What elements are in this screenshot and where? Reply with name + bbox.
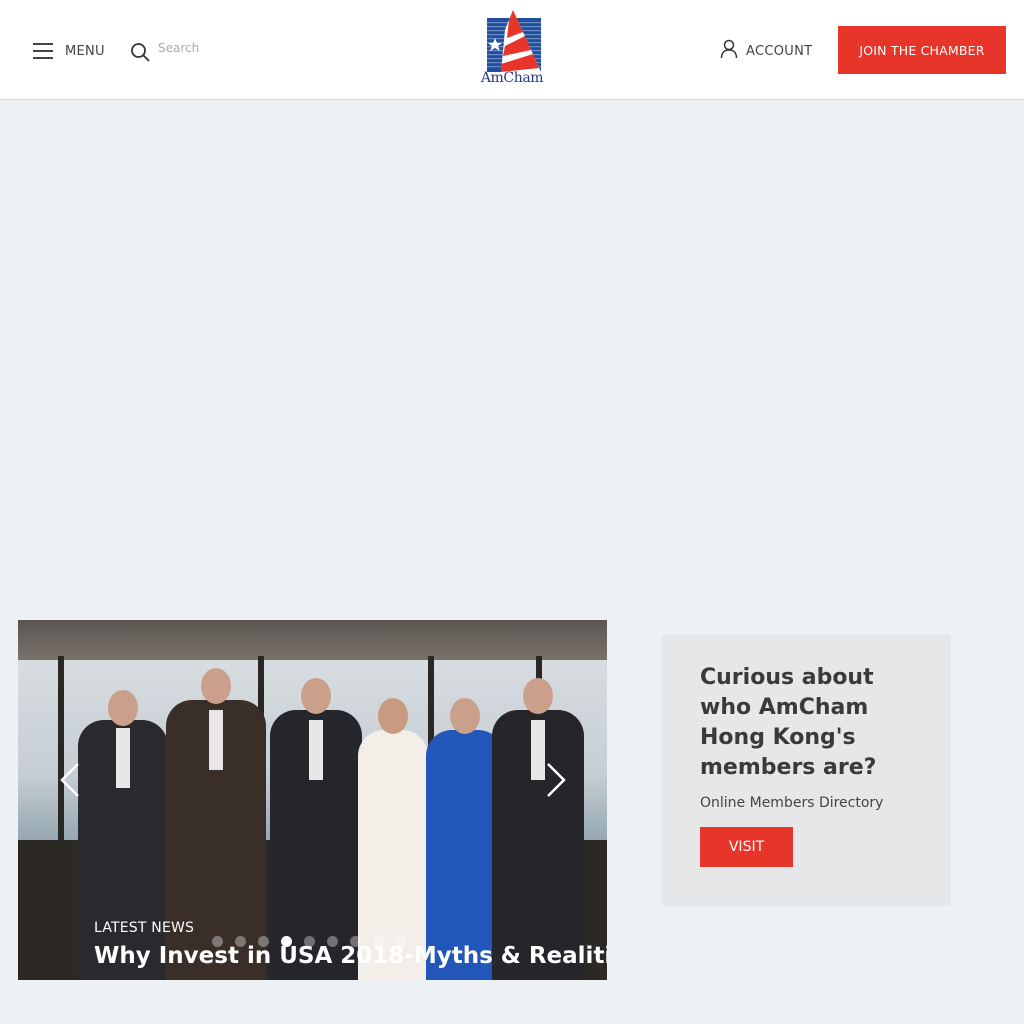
account-link[interactable]: ACCOUNT bbox=[720, 38, 812, 59]
visit-button[interactable]: VISIT bbox=[700, 827, 793, 867]
search-icon[interactable] bbox=[130, 42, 150, 62]
user-icon bbox=[720, 39, 738, 58]
account-label: ACCOUNT bbox=[746, 44, 813, 59]
slide-title-link[interactable]: Why Invest in USA 2018-Myths & Realiti bbox=[94, 942, 607, 970]
menu-label: MENU bbox=[65, 43, 105, 59]
news-slider: LATEST NEWS Why Invest in USA 2018-Myths… bbox=[18, 620, 607, 980]
promo-subtitle: Online Members Directory bbox=[700, 795, 884, 811]
flag-sail-icon bbox=[487, 10, 541, 72]
promo-title: Curious about who AmCham Hong Kong's mem… bbox=[700, 665, 877, 780]
chevron-left-icon[interactable] bbox=[54, 760, 84, 800]
menu-button[interactable]: MENU bbox=[33, 40, 105, 62]
slide-kicker: LATEST NEWS bbox=[94, 920, 195, 936]
amcham-logo[interactable]: AmCham bbox=[478, 10, 546, 88]
search-input[interactable] bbox=[158, 36, 318, 60]
members-directory-promo: Curious about who AmCham Hong Kong's mem… bbox=[662, 635, 951, 906]
site-header: MENU AmCham bbox=[0, 0, 1024, 100]
hamburger-icon bbox=[33, 43, 53, 59]
join-chamber-button[interactable]: JOIN THE CHAMBER bbox=[838, 26, 1006, 74]
slide-caption: LATEST NEWS Why Invest in USA 2018-Myths… bbox=[94, 920, 607, 970]
chevron-right-icon[interactable] bbox=[542, 760, 572, 800]
logo-text: AmCham bbox=[480, 70, 544, 86]
